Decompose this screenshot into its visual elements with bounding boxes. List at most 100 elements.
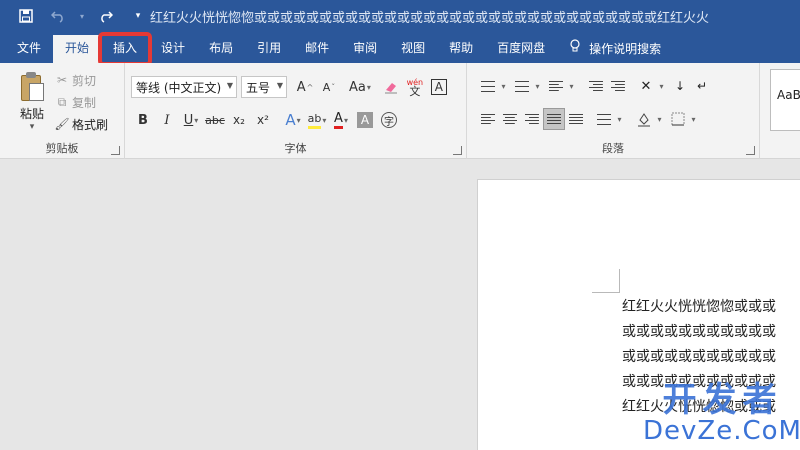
lightbulb-icon [569, 36, 581, 62]
line-spacing-icon[interactable] [593, 108, 615, 130]
tab-file[interactable]: 文件 [0, 35, 53, 63]
tab-mailings[interactable]: 邮件 [293, 35, 341, 63]
decrease-indent-icon[interactable] [585, 75, 607, 97]
change-case-button[interactable]: Aa ▾ [349, 76, 371, 98]
document-line: 红红火火恍恍惚惚或或或 [622, 299, 776, 315]
copy-label: 复制 [72, 95, 97, 110]
increase-indent-icon[interactable] [607, 75, 629, 97]
styles-gallery[interactable]: AaBl [770, 69, 800, 131]
paste-button[interactable]: 粘贴 ▾ [12, 71, 52, 132]
justify-icon[interactable] [543, 108, 565, 130]
character-shading-button[interactable]: A [355, 109, 375, 131]
tab-help[interactable]: 帮助 [437, 35, 485, 63]
tab-review[interactable]: 审阅 [341, 35, 389, 63]
align-left-icon[interactable] [477, 108, 499, 130]
align-right-icon[interactable] [521, 108, 543, 130]
chevron-down-icon[interactable]: ▾ [615, 108, 623, 130]
chevron-down-icon[interactable]: ▾ [499, 75, 507, 97]
borders-icon[interactable] [667, 108, 689, 130]
clipboard-dialog-launcher[interactable] [111, 146, 120, 155]
sort-icon[interactable]: ↓ [669, 75, 691, 97]
title-bar: ▾ ▾ 红红火火恍恍惚惚或或或或或或或或或或或或或或或或或或或或或或或或或或或或… [0, 0, 800, 33]
cut-label: 剪切 [72, 73, 97, 88]
chevron-down-icon[interactable]: ▾ [78, 6, 86, 26]
undo-icon[interactable] [46, 6, 70, 26]
character-border-button[interactable]: A [429, 76, 449, 98]
chinese-layout-icon[interactable]: ✕ [635, 75, 657, 97]
font-name-combo[interactable]: 等线 (中文正文) ▼ [131, 76, 237, 98]
save-icon[interactable] [14, 6, 38, 26]
document-title: 红红火火恍恍惚惚或或或或或或或或或或或或或或或或或或或或或或或或或或或或或或或红… [150, 11, 710, 26]
chevron-down-icon[interactable]: ▾ [12, 122, 52, 132]
tell-me-label: 操作说明搜索 [589, 42, 662, 56]
tab-insert[interactable]: 插入 [98, 32, 153, 66]
strikethrough-button[interactable]: abc [205, 109, 225, 131]
document-canvas: 红红火火恍恍惚惚或或或 或或或或或或或或或或或 或或或或或或或或或或或 或或或或… [0, 160, 800, 450]
font-group: 等线 (中文正文) ▼ 五号 ▼ A ^ Aˇ Aa ▾ wén 文 A B I U… [125, 63, 467, 159]
shading-icon[interactable] [633, 108, 655, 130]
shrink-font-button[interactable]: Aˇ [319, 76, 339, 98]
chevron-down-icon[interactable]: ▾ [657, 75, 665, 97]
brush-icon: 🖌 [54, 117, 70, 131]
paste-icon [18, 71, 46, 103]
margin-corner-mark [592, 269, 620, 293]
align-center-icon[interactable] [499, 108, 521, 130]
document-line: 或或或或或或或或或或或 [622, 349, 776, 365]
tab-layout[interactable]: 布局 [197, 35, 245, 63]
chevron-down-icon: ▼ [226, 81, 233, 90]
numbering-icon[interactable] [511, 75, 533, 97]
font-color-button[interactable]: A ▾ [331, 109, 351, 131]
font-size-combo[interactable]: 五号 ▼ [241, 76, 287, 98]
distributed-icon[interactable] [565, 108, 587, 130]
chevron-down-icon[interactable]: ▾ [567, 75, 575, 97]
subscript-button[interactable]: x₂ [229, 109, 249, 131]
redo-icon[interactable] [94, 6, 118, 26]
chevron-down-icon[interactable]: ▾ [655, 108, 663, 130]
bullets-icon[interactable] [477, 75, 499, 97]
style-sample-normal[interactable]: AaBl [777, 88, 800, 102]
paragraph-dialog-launcher[interactable] [746, 146, 755, 155]
multilevel-list-icon[interactable] [545, 75, 567, 97]
customize-toolbar-icon[interactable]: ▾ [126, 6, 150, 26]
tab-references[interactable]: 引用 [245, 35, 293, 63]
font-dialog-launcher[interactable] [453, 146, 462, 155]
document-line: 或或或或或或或或或或或 [622, 324, 776, 340]
font-group-label: 字体 [284, 142, 307, 155]
font-name-value: 等线 (中文正文) [136, 80, 222, 95]
text-effects-button[interactable]: A ▾ [283, 109, 303, 131]
document-line: 红红火火恍恍惚惚或或或 [622, 399, 776, 415]
clipboard-group-label: 剪贴板 [45, 142, 79, 155]
bold-button[interactable]: B [133, 109, 153, 131]
tab-view[interactable]: 视图 [389, 35, 437, 63]
ribbon: 粘贴 ▾ ✂ 剪切 ⧉ 复制 🖌 格式刷 剪贴板 等线 (中文正文) ▼ 五号 … [0, 63, 800, 159]
underline-button[interactable]: U ▾ [181, 109, 201, 131]
italic-button[interactable]: I [157, 109, 177, 131]
tab-design[interactable]: 设计 [149, 35, 197, 63]
paragraph-group: ▾ ▾ ▾ ✕ ▾ ↓ ↵ ▾ ▾ ▾ 段落 [467, 63, 760, 159]
tab-home[interactable]: 开始 [53, 35, 102, 63]
clear-formatting-icon[interactable] [381, 76, 401, 98]
phonetic-guide-button[interactable]: wén 文 [405, 76, 425, 98]
paste-label: 粘贴 [19, 107, 44, 121]
format-painter-button[interactable]: 🖌 格式刷 [54, 113, 108, 135]
font-size-value: 五号 [246, 80, 271, 95]
copy-icon: ⧉ [57, 94, 67, 109]
superscript-button[interactable]: x² [253, 109, 273, 131]
chevron-down-icon[interactable]: ▾ [533, 75, 541, 97]
format-painter-label: 格式刷 [72, 117, 109, 132]
document-body[interactable]: 红红火火恍恍惚惚或或或 或或或或或或或或或或或 或或或或或或或或或或或 或或或或… [622, 295, 800, 420]
tab-baidu-netdisk[interactable]: 百度网盘 [485, 35, 557, 63]
copy-button[interactable]: ⧉ 复制 [54, 91, 108, 113]
cut-button[interactable]: ✂ 剪切 [54, 69, 108, 91]
clipboard-group: 粘贴 ▾ ✂ 剪切 ⧉ 复制 🖌 格式刷 剪贴板 [0, 63, 125, 159]
document-page[interactable]: 红红火火恍恍惚惚或或或 或或或或或或或或或或或 或或或或或或或或或或或 或或或或… [477, 179, 800, 450]
tell-me-search[interactable]: 操作说明搜索 [557, 35, 673, 63]
chevron-down-icon: ▼ [276, 81, 283, 90]
highlight-color-button[interactable]: ab ▾ [307, 109, 327, 131]
show-marks-icon[interactable]: ↵ [691, 75, 713, 97]
grow-font-button[interactable]: A ^ [295, 76, 315, 98]
chevron-down-icon[interactable]: ▾ [689, 108, 697, 130]
scissors-icon: ✂ [56, 73, 68, 87]
enclose-characters-button[interactable]: 字 [379, 109, 399, 131]
ribbon-tabs: 文件 开始 插入 设计 布局 引用 邮件 审阅 视图 帮助 百度网盘 操作说明搜… [0, 32, 800, 66]
